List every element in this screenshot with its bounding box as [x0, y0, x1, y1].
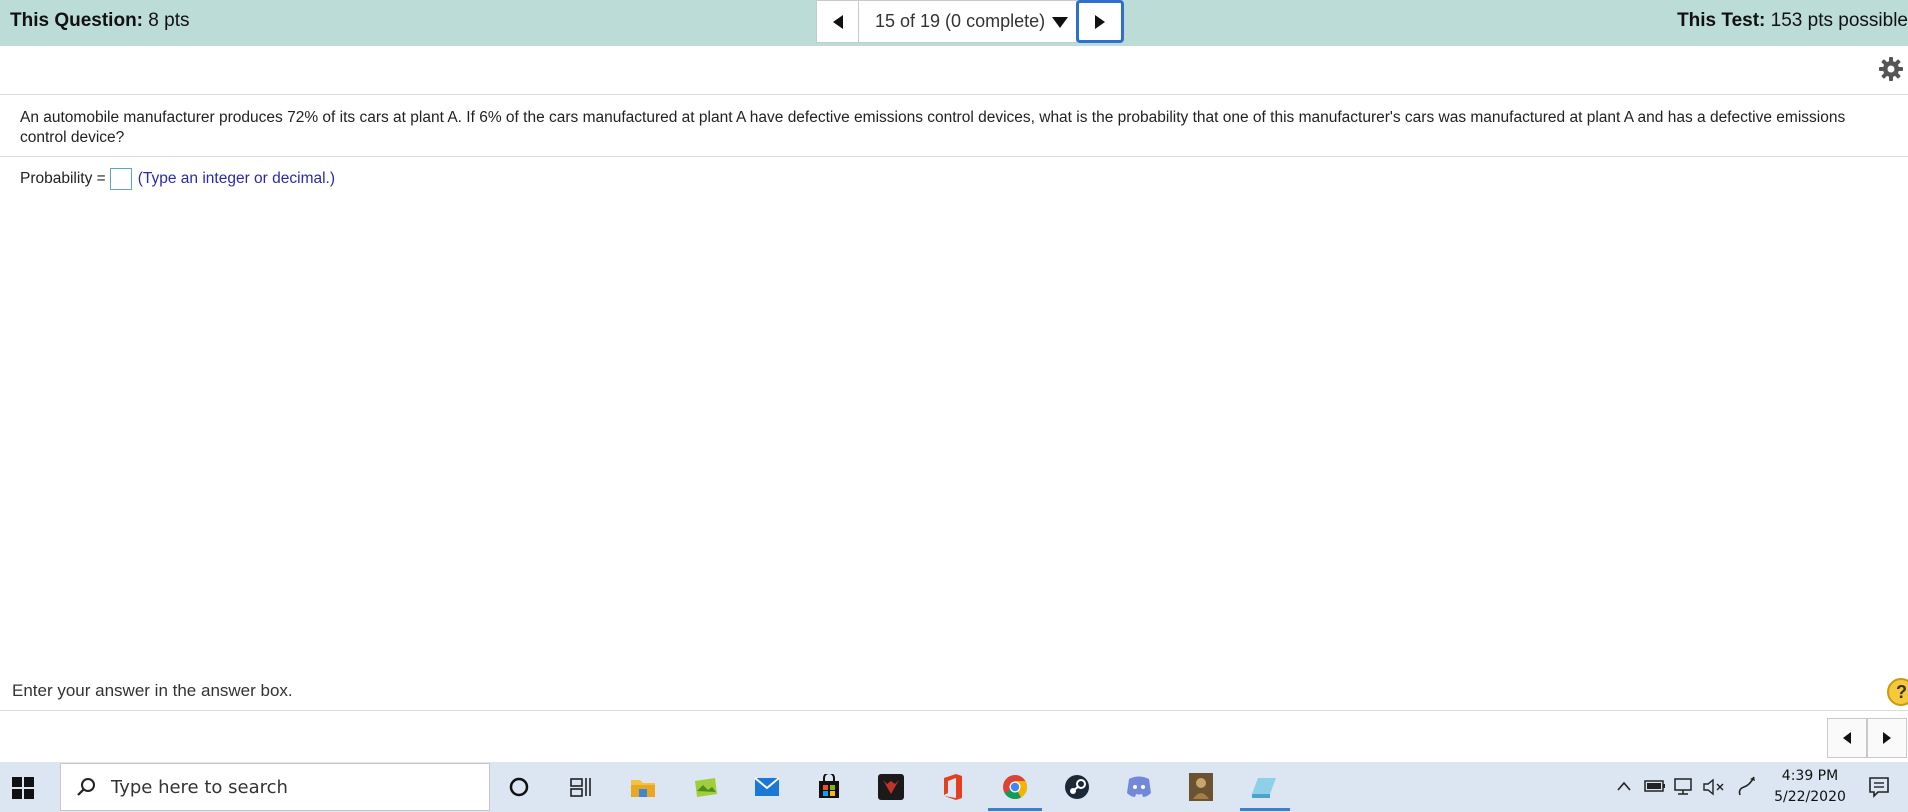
pen-icon[interactable] — [1736, 775, 1758, 799]
help-icon[interactable]: ? — [1887, 678, 1908, 706]
taskbar-search-box[interactable]: Type here to search — [60, 763, 490, 811]
windows-taskbar: Type here to search 4:39 PM 5/22/2020 — [0, 762, 1908, 812]
bottom-navigator — [1827, 718, 1907, 758]
chrome-icon[interactable] — [998, 771, 1032, 803]
file-explorer-icon[interactable] — [626, 771, 660, 803]
discord-icon[interactable] — [1122, 771, 1156, 803]
next-question-button[interactable] — [1076, 0, 1124, 43]
answer-hint: (Type an integer or decimal.) — [137, 170, 336, 187]
predator-icon[interactable] — [874, 771, 908, 803]
system-clock[interactable]: 4:39 PM 5/22/2020 — [1768, 766, 1852, 808]
question-points-value: 8 pts — [148, 10, 190, 31]
instructions-text: Enter your answer in the answer box. — [12, 681, 293, 700]
triangle-left-icon — [832, 14, 843, 29]
task-view-icon[interactable] — [564, 771, 598, 803]
question-header: This Question: 8 pts 15 of 19 (0 complet… — [0, 0, 1908, 46]
question-select-dropdown[interactable]: 15 of 19 (0 complete) — [859, 0, 1076, 43]
notepad-icon[interactable] — [1246, 771, 1280, 803]
battery-icon[interactable] — [1644, 779, 1666, 793]
question-text: An automobile manufacturer produces 72% … — [20, 109, 1846, 146]
triangle-right-icon — [1883, 732, 1891, 744]
notepad-active-indicator — [1240, 808, 1290, 811]
game-icon[interactable] — [1184, 771, 1218, 803]
divider — [0, 94, 1908, 95]
volume-muted-icon[interactable] — [1702, 778, 1726, 796]
photos-icon[interactable] — [688, 771, 722, 803]
caret-down-icon — [1052, 16, 1069, 28]
previous-question-button[interactable] — [816, 0, 859, 43]
answer-row: Probability = (Type an integer or decima… — [20, 168, 335, 190]
answer-label: Probability = — [20, 170, 106, 187]
test-points-label: This Test: — [1677, 10, 1766, 31]
network-icon[interactable] — [1674, 778, 1696, 796]
clock-date: 5/22/2020 — [1774, 789, 1846, 805]
cortana-icon[interactable] — [502, 771, 536, 803]
search-icon — [77, 778, 95, 796]
notification-icon[interactable] — [1868, 776, 1890, 798]
chrome-active-indicator — [988, 808, 1042, 811]
gear-icon[interactable] — [1878, 56, 1904, 82]
windows-start-icon[interactable] — [10, 775, 36, 801]
question-points-label: This Question: — [10, 10, 143, 31]
divider — [0, 710, 1908, 711]
bottom-next-button[interactable] — [1867, 718, 1907, 758]
bottom-previous-button[interactable] — [1827, 718, 1867, 758]
question-points: This Question: 8 pts — [10, 10, 189, 32]
store-icon[interactable] — [812, 771, 846, 803]
triangle-right-icon — [1095, 14, 1105, 29]
search-placeholder: Type here to search — [111, 776, 288, 798]
office-icon[interactable] — [936, 771, 970, 803]
clock-time: 4:39 PM — [1781, 768, 1839, 784]
mail-icon[interactable] — [750, 771, 784, 803]
question-select-value: 15 of 19 (0 complete) — [875, 11, 1046, 31]
chevron-up-icon[interactable] — [1616, 780, 1632, 792]
steam-icon[interactable] — [1060, 771, 1094, 803]
divider — [0, 156, 1908, 157]
triangle-left-icon — [1843, 732, 1851, 744]
question-navigator: 15 of 19 (0 complete) — [816, 0, 1124, 43]
test-points: This Test: 153 pts possible — [1677, 10, 1908, 32]
answer-input[interactable] — [109, 168, 132, 190]
test-points-value: 153 pts possible — [1770, 10, 1908, 31]
